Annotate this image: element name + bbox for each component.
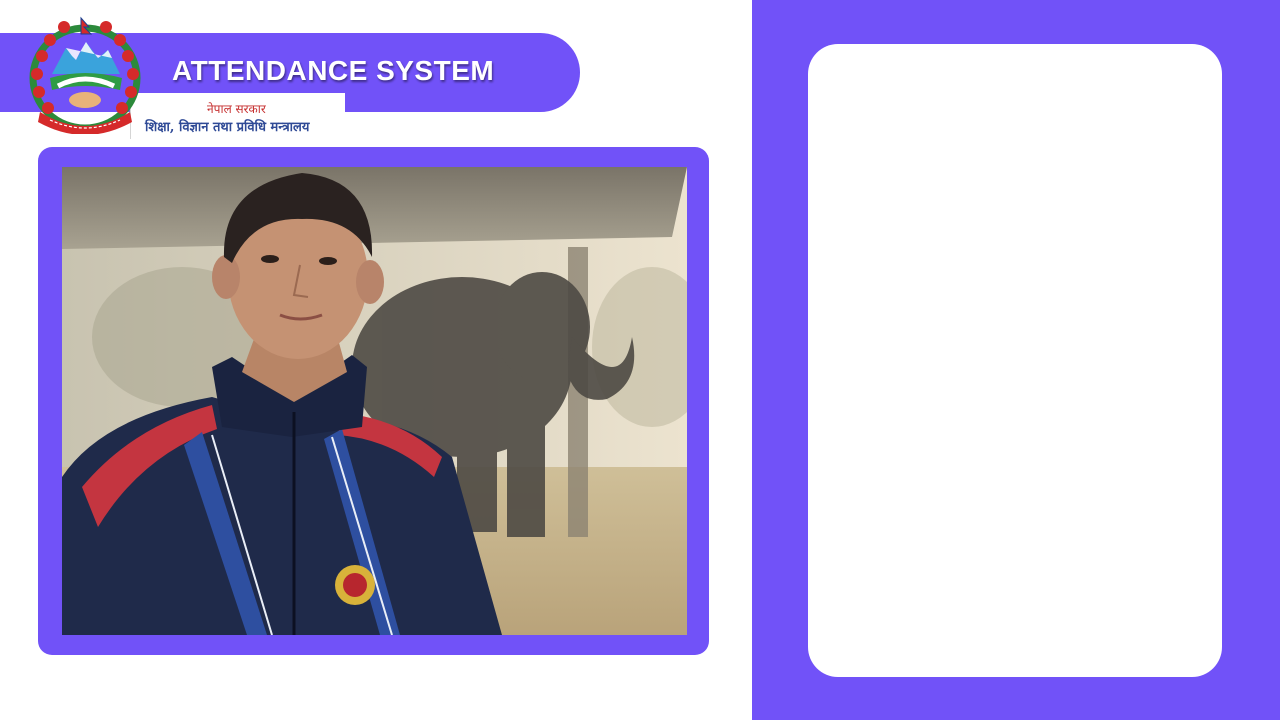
app-title: ATTENDANCE SYSTEM: [172, 55, 495, 86]
government-name: नेपाल सरकार: [207, 102, 266, 116]
nepal-emblem-icon: [28, 16, 142, 135]
right-panel: [752, 0, 1280, 720]
camera-frame: [38, 147, 709, 655]
attendance-info-card: [808, 44, 1222, 677]
ministry-name: शिक्षा, विज्ञान तथा प्रविधि मन्त्रालय: [145, 120, 310, 135]
ministry-label: नेपाल सरकार शिक्षा, विज्ञान तथा प्रविधि …: [130, 93, 345, 139]
camera-feed-image: [62, 167, 687, 635]
